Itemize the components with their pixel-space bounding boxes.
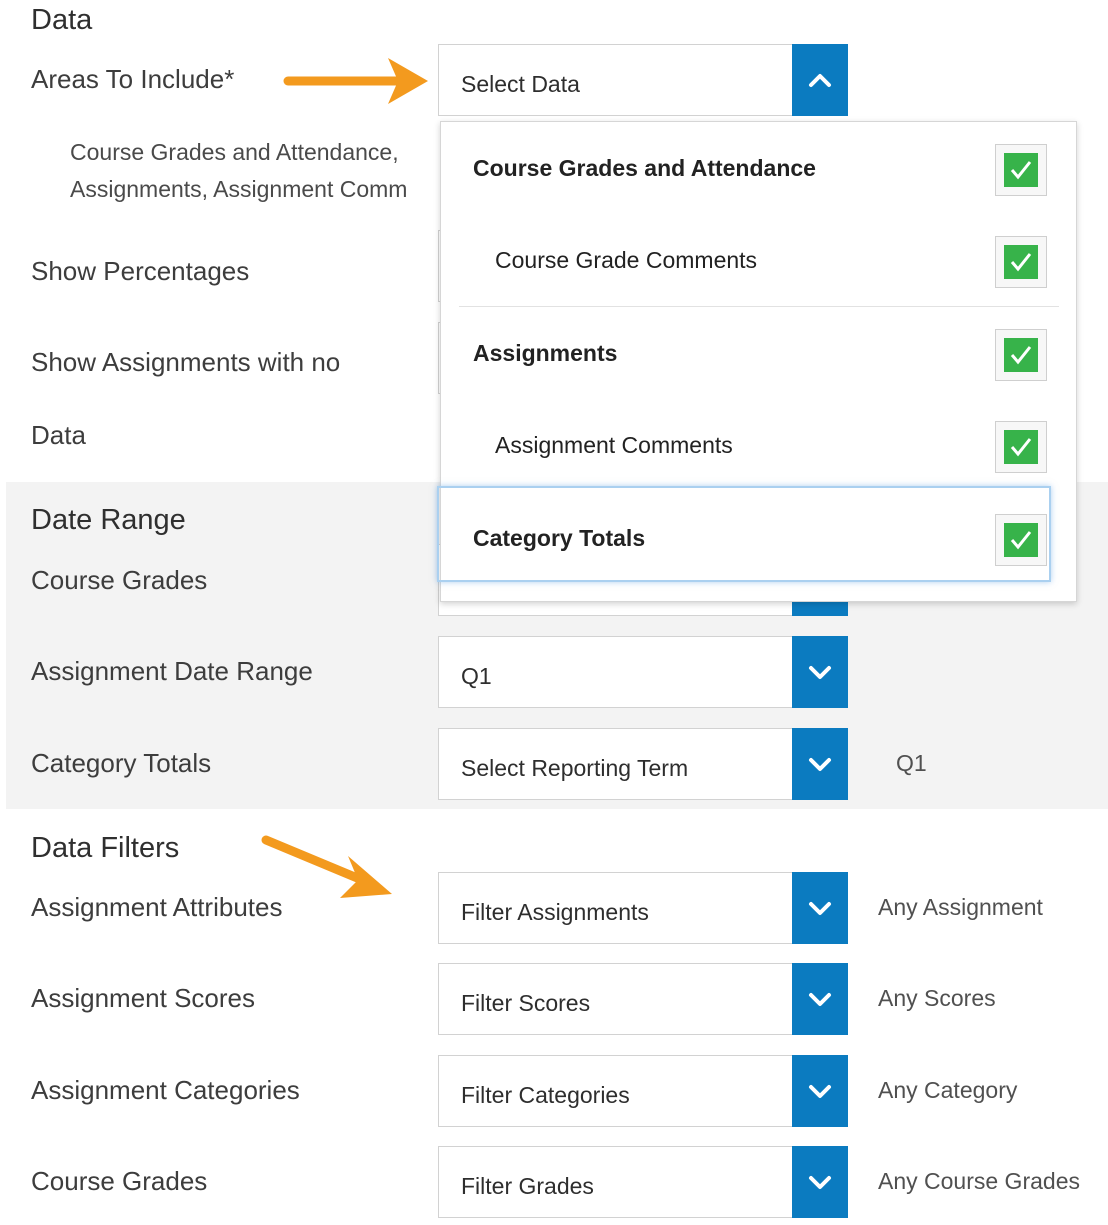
checkmark-icon	[1010, 531, 1032, 550]
option-assignments[interactable]: Assignments	[441, 307, 1076, 397]
areas-select-toggle-button[interactable]	[792, 44, 848, 116]
filter-assignments-toggle-button[interactable]	[792, 872, 848, 944]
filter-categories-value: Filter Categories	[461, 1082, 630, 1108]
filter-categories-toggle-button[interactable]	[792, 1055, 848, 1127]
filter-categories-select[interactable]: Filter Categories	[438, 1055, 848, 1127]
checkmark-icon	[1010, 253, 1032, 272]
category-totals-label: Category Totals	[31, 748, 212, 778]
assignment-categories-label: Assignment Categories	[31, 1075, 300, 1105]
category-totals-selected-term: Q1	[896, 750, 927, 776]
course-grades-date-label: Course Grades	[31, 565, 208, 595]
data-section-title: Data	[31, 4, 93, 36]
checkmark-icon	[1010, 161, 1032, 180]
summary-line: Course Grades and Attendance,	[70, 139, 399, 165]
option-label: Course Grades and Attendance	[473, 155, 816, 181]
areas-to-include-label: Areas To Include*	[31, 64, 235, 94]
assignment-date-range-select[interactable]: Q1	[438, 636, 848, 708]
scores-filter-summary: Any Scores	[878, 985, 996, 1011]
category-totals-toggle-button[interactable]	[792, 728, 848, 800]
chevron-down-icon	[809, 1085, 831, 1098]
assignment-date-range-value: Q1	[461, 663, 492, 689]
checkmark-icon	[1010, 346, 1032, 365]
areas-select-value: Select Data	[461, 71, 580, 97]
selected-areas-summary: Course Grades and Attendance, Assignment…	[70, 134, 438, 208]
course-grades-filter-label: Course Grades	[31, 1166, 208, 1196]
option-label: Assignment Comments	[495, 432, 733, 458]
assignment-date-range-label: Assignment Date Range	[31, 656, 313, 686]
chevron-down-icon	[809, 902, 831, 915]
filter-assignments-select[interactable]: Filter Assignments	[438, 872, 848, 944]
assignment-attributes-label: Assignment Attributes	[31, 892, 283, 922]
filter-grades-toggle-button[interactable]	[792, 1146, 848, 1218]
show-no-data-label: Show Assignments with no	[31, 347, 341, 377]
assignment-scores-label: Assignment Scores	[31, 983, 255, 1013]
grades-filter-summary: Any Course Grades	[878, 1168, 1080, 1194]
chevron-down-icon	[809, 993, 831, 1006]
checkbox[interactable]	[995, 329, 1047, 381]
option-label: Category Totals	[473, 525, 646, 551]
checkbox[interactable]	[995, 144, 1047, 196]
option-course-grade-comments[interactable]: Course Grade Comments	[441, 214, 1076, 304]
areas-select-dropdown[interactable]: Select Data	[438, 44, 848, 116]
data-filters-section-title: Data Filters	[31, 832, 180, 864]
chevron-down-icon	[809, 1176, 831, 1189]
checkbox[interactable]	[995, 514, 1047, 566]
categories-filter-summary: Any Category	[878, 1077, 1018, 1103]
date-range-section-title: Date Range	[31, 504, 186, 536]
category-totals-select[interactable]: Select Reporting Term	[438, 728, 848, 800]
show-percentages-label: Show Percentages	[31, 256, 250, 286]
assignment-filter-summary: Any Assignment	[878, 894, 1043, 920]
chevron-up-icon	[809, 74, 831, 87]
summary-line: Assignments, Assignment Comm	[70, 176, 408, 202]
option-assignment-comments[interactable]: Assignment Comments	[441, 399, 1076, 489]
filter-scores-value: Filter Scores	[461, 990, 591, 1016]
chevron-down-icon	[809, 758, 831, 771]
checkbox[interactable]	[995, 421, 1047, 473]
pointer-arrow-icon	[283, 58, 428, 104]
checkbox[interactable]	[995, 236, 1047, 288]
areas-dropdown-menu: Course Grades and Attendance Course Grad…	[437, 121, 1077, 602]
checkmark-icon	[1010, 438, 1032, 457]
option-label: Assignments	[473, 340, 618, 366]
filter-scores-select[interactable]: Filter Scores	[438, 963, 848, 1035]
filter-scores-toggle-button[interactable]	[792, 963, 848, 1035]
chevron-down-icon	[809, 666, 831, 679]
category-totals-select-value: Select Reporting Term	[461, 755, 689, 781]
filter-assignments-value: Filter Assignments	[461, 899, 649, 925]
show-no-data-label-continued: Data	[31, 420, 86, 450]
option-label: Course Grade Comments	[495, 247, 758, 273]
filter-grades-value: Filter Grades	[461, 1173, 594, 1199]
option-category-totals[interactable]: Category Totals	[441, 492, 1076, 582]
filter-grades-select[interactable]: Filter Grades	[438, 1146, 848, 1218]
assignment-date-range-toggle-button[interactable]	[792, 636, 848, 708]
option-course-grades-and-attendance[interactable]: Course Grades and Attendance	[441, 122, 1076, 212]
